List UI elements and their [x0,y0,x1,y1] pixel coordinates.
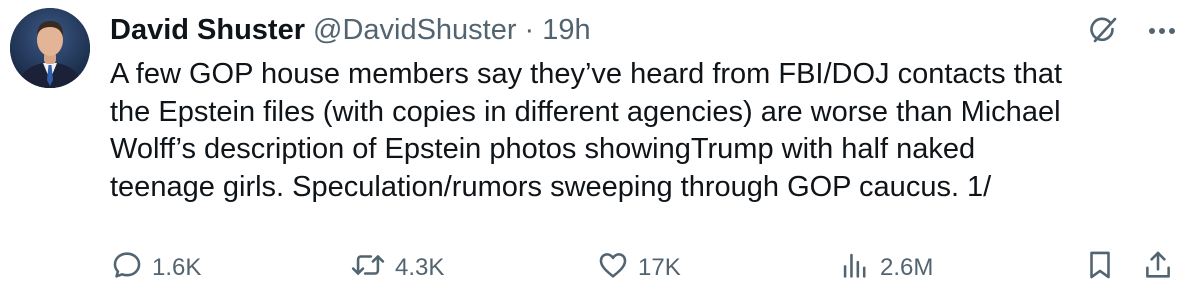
views-button[interactable]: 2.6M [838,246,933,290]
bookmark-button[interactable] [1083,246,1117,290]
author-display-name[interactable]: David Shuster [110,10,305,50]
tweet-text: A few GOP house members say they’ve hear… [110,56,1185,206]
tweet-card[interactable]: David Shuster @DavidShuster · 19h A few … [0,0,1200,304]
author-handle[interactable]: @DavidShuster [313,10,517,50]
action-bar: 1.6K 4.3K 17K 2.6M [0,246,1200,290]
bookmark-icon [1083,248,1117,289]
avatar[interactable] [10,8,90,88]
repost-button[interactable]: 4.3K [349,246,444,290]
tweet-text-line: Wolff’s description of Epstein photos sh… [110,133,976,165]
tweet-timestamp[interactable]: 19h [542,10,590,50]
views-chart-icon [838,248,872,289]
tweet-text-line: A few GOP house members say they’ve hear… [110,58,1063,90]
tweet-header: David Shuster @DavidShuster · 19h [110,10,591,50]
reply-button[interactable]: 1.6K [110,246,201,290]
heart-icon [596,248,630,289]
views-count: 2.6M [880,254,934,281]
tweet-text-line: the Epstein files (with copies in differ… [110,95,1061,128]
repost-count: 4.3K [395,254,445,281]
more-options-button[interactable] [1140,14,1184,50]
grok-button[interactable] [1083,14,1123,50]
like-count: 17K [638,254,681,281]
grok-icon [1086,13,1120,52]
reply-icon [110,248,144,289]
more-options-icon [1147,23,1177,41]
reply-count: 1.6K [152,254,202,281]
share-button[interactable] [1141,246,1175,290]
separator-dot: · [524,14,535,46]
repost-icon [349,248,387,289]
share-icon [1141,248,1175,289]
like-button[interactable]: 17K [596,246,681,290]
tweet-text-line: teenage girls. Speculation/rumors sweepi… [110,170,992,203]
